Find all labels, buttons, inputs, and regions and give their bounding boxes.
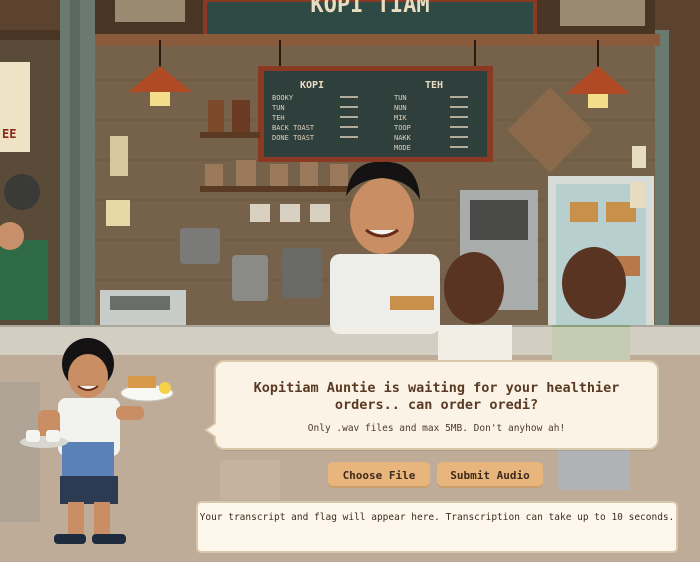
transcript-output-box: Your transcript and flag will appear her… xyxy=(196,501,678,553)
menu-item: MIK xyxy=(394,114,407,122)
side-sign-text: EE xyxy=(2,127,16,141)
menu-col2-title: TEH xyxy=(425,80,443,91)
submit-audio-button[interactable]: Submit Audio xyxy=(437,462,543,488)
menu-item: BACK TOAST xyxy=(272,124,315,132)
menu-col1-title: KOPI xyxy=(300,80,324,91)
menu-item: DONE TOAST xyxy=(272,134,315,142)
shop-sign-text: KOPI TIAM xyxy=(310,0,429,18)
menu-item: TUN xyxy=(394,94,407,102)
auntie-speech-bubble: Kopitiam Auntie is waiting for your heal… xyxy=(204,360,659,450)
order-prompt-headline: Kopitiam Auntie is waiting for your heal… xyxy=(253,380,620,413)
menu-chalkboard: KOPI TEH BOOKY TUN TEH BACK TOAST DONE TOAST… xyxy=(258,66,493,162)
choose-file-button[interactable]: Choose File xyxy=(328,462,430,488)
toast-plate-icon xyxy=(120,376,174,402)
menu-item: NAKK xyxy=(394,134,412,142)
menu-item: BOOKY xyxy=(272,94,294,102)
menu-item: NUN xyxy=(394,104,407,112)
transcript-placeholder: Your transcript and flag will appear her… xyxy=(199,512,675,523)
menu-item: MODE xyxy=(394,144,411,152)
kopitiam-auntie-character xyxy=(20,336,180,560)
menu-item: TOOP xyxy=(394,124,411,132)
menu-item: TUN xyxy=(272,104,285,112)
menu-item: TEH xyxy=(272,114,285,122)
file-requirements-note: Only .wav files and max 5MB. Don't anyho… xyxy=(307,423,566,434)
